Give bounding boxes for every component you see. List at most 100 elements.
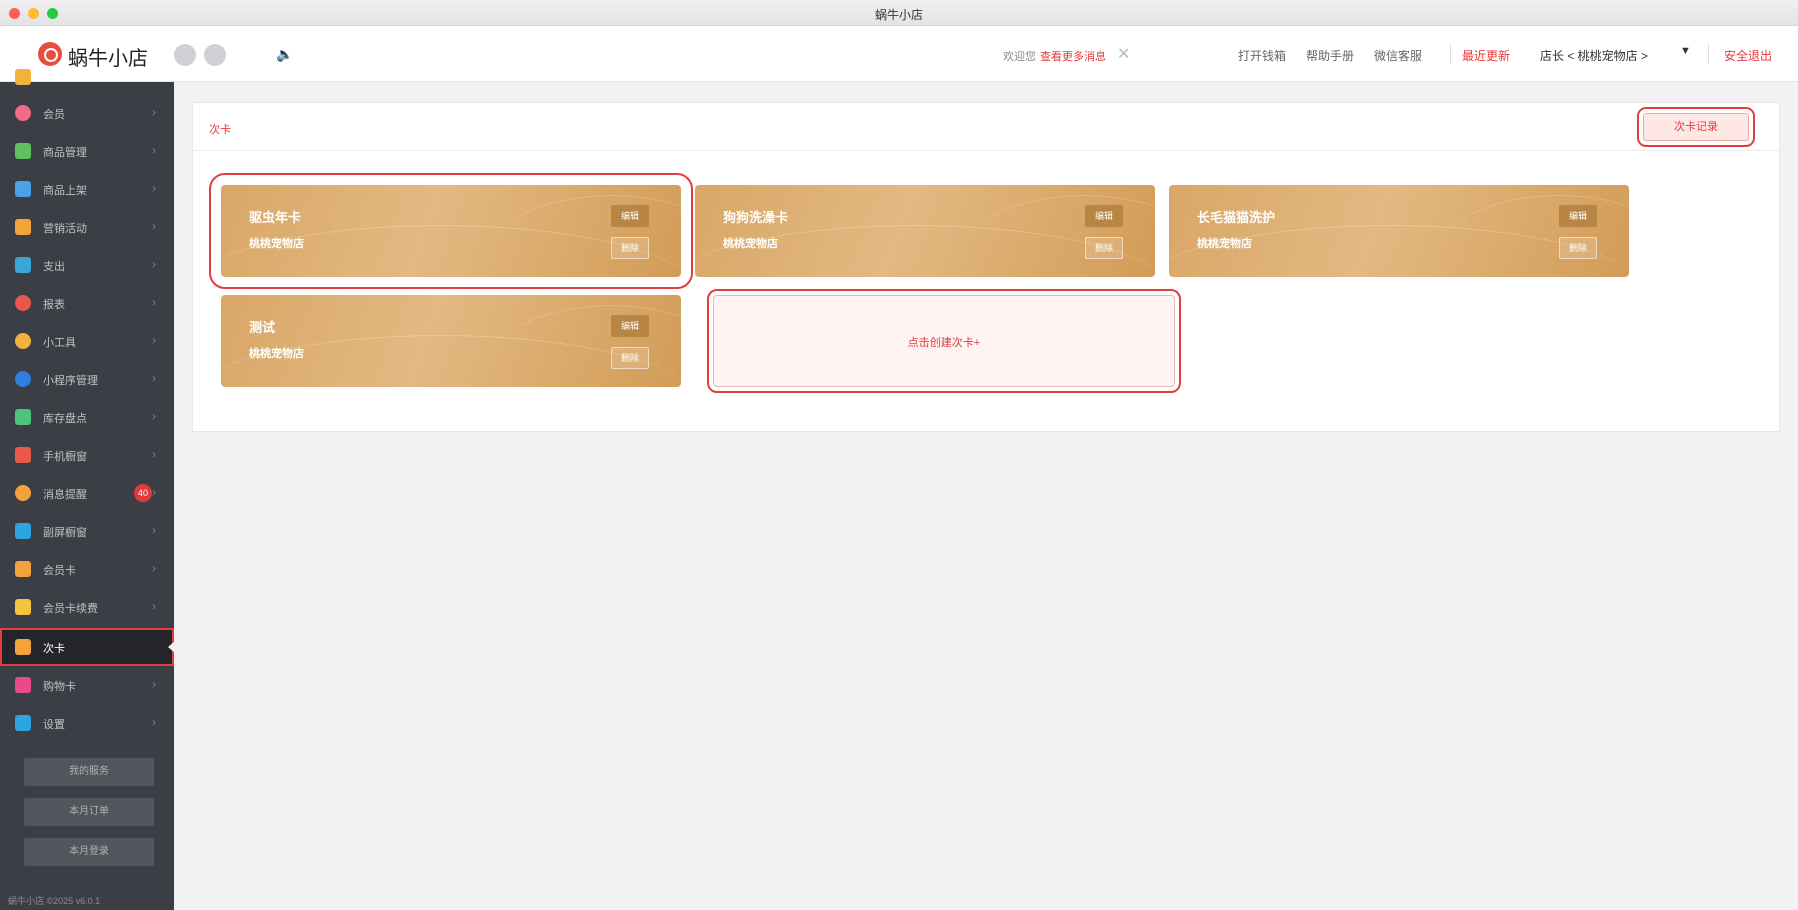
marketing-icon <box>15 219 31 235</box>
sidebar-item-card-renew[interactable]: 会员卡续费 › <box>0 588 174 626</box>
sidebar-item-marketing[interactable]: 营销活动 › <box>0 208 174 246</box>
edit-button[interactable]: 编辑 <box>611 205 649 227</box>
caret-down-icon[interactable]: ▼ <box>1680 45 1691 57</box>
sidebar-item-settings[interactable]: 设置 › <box>0 704 174 742</box>
sidebar-item-message[interactable]: 消息提醒 40 › <box>0 474 174 512</box>
speaker-icon[interactable]: 🔈 <box>276 46 293 63</box>
create-times-card-button[interactable]: 点击创建次卡+ <box>707 289 1181 393</box>
chevron-right-icon: › <box>152 715 156 729</box>
chevron-right-icon: › <box>152 333 156 347</box>
create-label: 点击创建次卡+ <box>907 337 981 349</box>
sidebar-item-label: 手机橱窗 <box>43 451 87 463</box>
sidebar-item-label: 副屏橱窗 <box>43 527 87 539</box>
card-name: 测试 <box>249 320 276 335</box>
sidebar-item-inventory[interactable]: 库存盘点 › <box>0 398 174 436</box>
sidebar-item-tools[interactable]: 小工具 › <box>0 322 174 360</box>
sidebar-item-label: 库存盘点 <box>43 413 87 425</box>
card-store: 桃桃宠物店 <box>723 238 778 250</box>
recent-update-link[interactable]: 最近更新 <box>1462 47 1510 64</box>
shelf-icon <box>15 181 31 197</box>
chevron-right-icon: › <box>152 371 156 385</box>
sidebar-item-member-card[interactable]: 会员卡 › <box>0 550 174 588</box>
card-name: 长毛猫猫洗护 <box>1197 210 1276 225</box>
sidebar-item-label: 消息提醒 <box>43 489 87 501</box>
sidebar-item-report[interactable]: 报表 › <box>0 284 174 322</box>
help-manual-link[interactable]: 帮助手册 <box>1306 47 1354 64</box>
card-store: 桃桃宠物店 <box>249 348 304 360</box>
times-card-item[interactable]: 驱虫年卡 桃桃宠物店 编辑 删除 <box>209 173 693 289</box>
sidebar-item-partial[interactable] <box>0 58 174 96</box>
sidebar: 会员 › 商品管理 › 商品上架 › 营销活动 › 支出 › 报表 › 小工具 … <box>0 69 175 910</box>
miniapp-icon <box>15 371 31 387</box>
sidebar-item-phone-window[interactable]: 手机橱窗 › <box>0 436 174 474</box>
sidebar-item-label: 支出 <box>43 261 65 273</box>
chevron-right-icon: › <box>152 447 156 461</box>
sidebar-item-label: 会员卡续费 <box>43 603 98 615</box>
version-footer: 蜗牛小店 ©2025 v6.0.1 <box>8 896 101 906</box>
card-store: 桃桃宠物店 <box>1197 238 1252 250</box>
sidebar-item-label: 小程序管理 <box>43 375 98 387</box>
back-button[interactable] <box>174 44 196 66</box>
page-title: 次卡 <box>209 124 231 136</box>
month-login-button[interactable]: 本月登录 <box>24 838 154 866</box>
main-content: 次卡 次卡记录 驱虫年卡 桃桃宠物店 编辑 删除 狗狗洗澡卡 桃桃宠物店 编辑 … <box>174 82 1798 910</box>
chevron-right-icon: › <box>152 181 156 195</box>
my-service-button[interactable]: 我的服务 <box>24 758 154 786</box>
sidebar-item-miniapp[interactable]: 小程序管理 › <box>0 360 174 398</box>
chevron-right-icon: › <box>152 599 156 613</box>
shopping-card-icon <box>15 677 31 693</box>
delete-button[interactable]: 删除 <box>1559 237 1597 259</box>
sidebar-item-screen-window[interactable]: 副屏橱窗 › <box>0 512 174 550</box>
chevron-right-icon: › <box>152 561 156 575</box>
settings-icon <box>15 715 31 731</box>
forward-button[interactable] <box>204 44 226 66</box>
message-icon <box>15 485 31 501</box>
sidebar-item-goods[interactable]: 商品管理 › <box>0 132 174 170</box>
chevron-right-icon: › <box>152 523 156 537</box>
sidebar-item-label: 会员 <box>43 109 65 121</box>
notice-prefix: 欢迎您 <box>1003 51 1036 63</box>
card-store: 桃桃宠物店 <box>249 238 304 250</box>
sidebar-item-expense[interactable]: 支出 › <box>0 246 174 284</box>
sidebar-item-label: 购物卡 <box>43 681 76 693</box>
times-card-panel: 次卡 次卡记录 驱虫年卡 桃桃宠物店 编辑 删除 狗狗洗澡卡 桃桃宠物店 编辑 … <box>192 102 1780 432</box>
delete-button[interactable]: 删除 <box>611 347 649 369</box>
account-selector[interactable]: 店长 < 桃桃宠物店 > <box>1540 47 1648 64</box>
times-card-item[interactable]: 长毛猫猫洗护 桃桃宠物店 编辑 删除 <box>1169 185 1629 277</box>
sidebar-item-member[interactable]: 会员 › <box>0 94 174 132</box>
edit-button[interactable]: 编辑 <box>1085 205 1123 227</box>
window-title: 蜗牛小店 <box>874 8 923 22</box>
wechat-support-link[interactable]: 微信客服 <box>1374 47 1422 64</box>
edit-button[interactable]: 编辑 <box>611 315 649 337</box>
card-renew-icon <box>15 599 31 615</box>
card-name: 驱虫年卡 <box>249 210 302 225</box>
expense-icon <box>15 257 31 273</box>
tools-icon <box>15 333 31 349</box>
partial-icon <box>15 69 31 85</box>
sidebar-item-label: 会员卡 <box>43 565 76 577</box>
chevron-right-icon: › <box>152 219 156 233</box>
logout-link[interactable]: 安全退出 <box>1724 47 1772 64</box>
sidebar-item-label: 报表 <box>43 299 65 311</box>
delete-button[interactable]: 删除 <box>1085 237 1123 259</box>
sidebar-item-times-card[interactable]: 次卡 <box>0 628 175 666</box>
card-name: 狗狗洗澡卡 <box>723 210 789 225</box>
delete-button[interactable]: 删除 <box>611 237 649 259</box>
times-card-record-button[interactable]: 次卡记录 <box>1637 107 1755 147</box>
chevron-right-icon: › <box>152 143 156 157</box>
close-notice-icon[interactable]: ✕ <box>1117 44 1130 64</box>
open-cashbox-link[interactable]: 打开钱箱 <box>1238 47 1286 64</box>
sidebar-item-label: 次卡 <box>43 643 65 655</box>
sidebar-item-shelf[interactable]: 商品上架 › <box>0 170 174 208</box>
edit-button[interactable]: 编辑 <box>1559 205 1597 227</box>
message-count-badge: 40 <box>134 484 152 502</box>
times-card-item[interactable]: 狗狗洗澡卡 桃桃宠物店 编辑 删除 <box>695 185 1155 277</box>
panel-header: 次卡 次卡记录 <box>193 103 1779 151</box>
sidebar-item-shopping-card[interactable]: 购物卡 › <box>0 666 174 704</box>
more-messages-link[interactable]: 查看更多消息 <box>1040 48 1106 64</box>
month-orders-button[interactable]: 本月订单 <box>24 798 154 826</box>
times-card-icon <box>15 639 31 655</box>
times-card-item[interactable]: 测试 桃桃宠物店 编辑 删除 <box>221 295 681 387</box>
screen-icon <box>15 523 31 539</box>
chevron-right-icon: › <box>152 105 156 119</box>
